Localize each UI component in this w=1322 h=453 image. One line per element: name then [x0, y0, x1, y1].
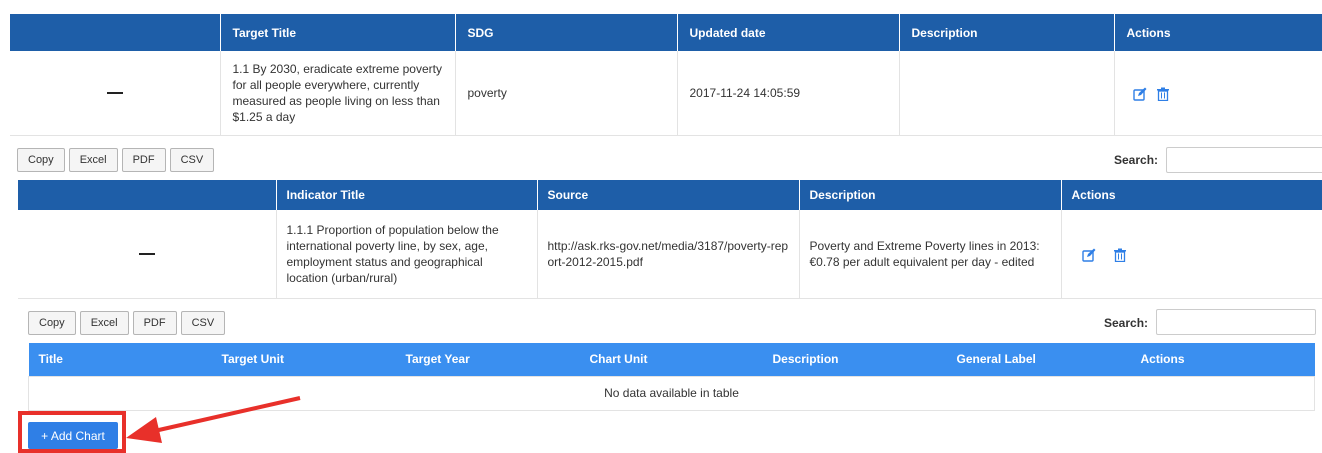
edit-icon[interactable]	[1132, 87, 1147, 101]
search-input[interactable]	[1156, 309, 1316, 335]
table-row: 1.1.1 Proportion of population below the…	[18, 210, 1322, 299]
row-toggle[interactable]	[18, 210, 277, 299]
source-cell: http://ask.rks-gov.net/media/3187/povert…	[537, 210, 800, 299]
col-header-chart-unit[interactable]: Chart Unit	[579, 343, 763, 376]
actions-cell	[1114, 51, 1322, 136]
chart-table: Title Target Unit Target Year Chart Unit…	[28, 343, 1315, 411]
copy-button[interactable]: Copy	[17, 148, 65, 172]
indicator-header-row: Indicator Title Source Description Actio…	[18, 180, 1322, 210]
collapse-icon[interactable]	[138, 252, 155, 255]
col-header-updated-date[interactable]: Updated date	[677, 14, 900, 51]
search-label: Search:	[1104, 316, 1149, 330]
empty-table-message: No data available in table	[28, 375, 1315, 411]
target-header-row: Target Title SDG Updated date Descriptio…	[10, 14, 1322, 51]
col-header-sdg[interactable]: SDG	[455, 14, 678, 51]
target-title-cell: 1.1 By 2030, eradicate extreme poverty f…	[220, 51, 456, 136]
description-cell	[899, 51, 1115, 136]
excel-button[interactable]: Excel	[68, 148, 118, 172]
col-header-indicator-title[interactable]: Indicator Title	[276, 180, 538, 210]
chart-header-row: Title Target Unit Target Year Chart Unit…	[28, 343, 1315, 376]
col-header-description[interactable]: Description	[799, 180, 1062, 210]
col-header-toggle	[18, 180, 277, 210]
actions-cell	[1061, 210, 1322, 299]
pdf-button[interactable]: PDF	[132, 311, 177, 335]
table-row: No data available in table	[28, 375, 1315, 411]
export-buttons: Copy Excel PDF CSV	[17, 148, 215, 172]
col-header-target-title[interactable]: Target Title	[220, 14, 456, 51]
trash-icon[interactable]	[1113, 248, 1127, 262]
search-input[interactable]	[1166, 147, 1322, 173]
description-cell: Poverty and Extreme Poverty lines in 201…	[799, 210, 1062, 299]
pdf-button[interactable]: PDF	[121, 148, 166, 172]
csv-button[interactable]: CSV	[180, 311, 226, 335]
col-header-source[interactable]: Source	[537, 180, 800, 210]
col-header-toggle	[10, 14, 221, 51]
collapse-icon[interactable]	[106, 91, 123, 94]
col-header-title[interactable]: Title	[28, 343, 212, 376]
col-header-actions: Actions	[1114, 14, 1322, 51]
col-header-general-label[interactable]: General Label	[946, 343, 1131, 376]
trash-icon[interactable]	[1156, 87, 1170, 101]
export-buttons: Copy Excel PDF CSV	[28, 311, 226, 335]
target-table: Target Title SDG Updated date Descriptio…	[10, 14, 1322, 136]
updated-date-cell: 2017-11-24 14:05:59	[677, 51, 900, 136]
search-label: Search:	[1114, 153, 1159, 167]
copy-button[interactable]: Copy	[28, 311, 76, 335]
col-header-target-unit[interactable]: Target Unit	[211, 343, 396, 376]
csv-button[interactable]: CSV	[169, 148, 215, 172]
col-header-description[interactable]: Description	[762, 343, 947, 376]
table-row: 1.1 By 2030, eradicate extreme poverty f…	[10, 51, 1322, 136]
col-header-actions: Actions	[1061, 180, 1322, 210]
indicator-table: Indicator Title Source Description Actio…	[18, 180, 1322, 299]
indicator-title-cell: 1.1.1 Proportion of population below the…	[276, 210, 538, 299]
col-header-description[interactable]: Description	[899, 14, 1115, 51]
edit-icon[interactable]	[1081, 248, 1096, 262]
col-header-target-year[interactable]: Target Year	[395, 343, 580, 376]
add-chart-button[interactable]: + Add Chart	[28, 422, 118, 449]
sdg-cell: poverty	[455, 51, 678, 136]
excel-button[interactable]: Excel	[79, 311, 129, 335]
col-header-actions: Actions	[1130, 343, 1315, 376]
row-toggle[interactable]	[10, 51, 221, 136]
